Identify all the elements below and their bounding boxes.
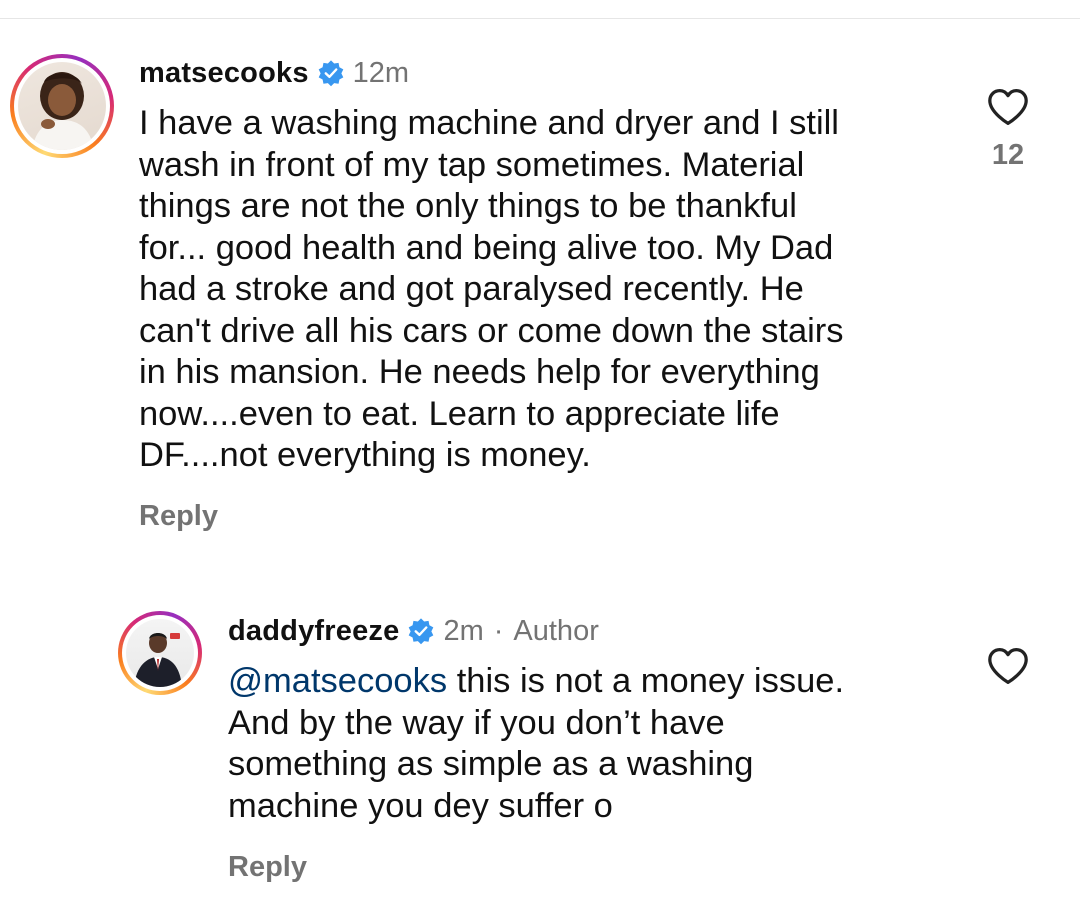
comment-line: things are not the only things to be tha… [139, 187, 797, 225]
comment-line: And by the way if you don’t have [228, 703, 725, 742]
avatar[interactable] [10, 54, 114, 158]
avatar[interactable] [118, 611, 202, 695]
comment-meta: matsecooks 12m [139, 54, 409, 92]
reply-button[interactable]: Reply [228, 851, 307, 884]
comment-line: in his mansion. He needs help for everyt… [139, 353, 820, 391]
comment-text: @matsecooks this is not a money issue. A… [228, 661, 928, 827]
author-tag: Author [513, 614, 599, 647]
comment-time: 2m [443, 614, 484, 647]
username[interactable]: daddyfreeze [228, 615, 399, 648]
comment-line: DF....not everything is money. [139, 436, 591, 474]
comment-text-rest: this is not a money issue. [447, 662, 845, 700]
verified-badge-icon [409, 618, 434, 645]
avatar-image [126, 619, 194, 687]
comment-line: something as simple as a washing [228, 745, 754, 783]
comment-daddyfreeze: daddyfreeze 2m · Author @matsecooks this… [0, 600, 1080, 898]
comment-line: had a stroke and got paralysed recently.… [139, 270, 804, 308]
comment-line: I have a washing machine and dryer and I… [139, 104, 839, 142]
comment-line: for... good health and being alive too. … [139, 228, 834, 267]
comment-line: now....even to eat. Learn to appreciate … [139, 394, 780, 433]
top-divider [0, 18, 1080, 19]
comment-meta: daddyfreeze 2m · Author [228, 612, 599, 650]
like-column [980, 646, 1036, 686]
comment-time: 12m [352, 56, 410, 89]
comment-matsecooks: matsecooks 12m I have a washing machine … [0, 40, 1080, 560]
username[interactable]: matsecooks [139, 57, 309, 90]
reply-button[interactable]: Reply [139, 500, 218, 533]
comment-line: machine you dey suffer o [228, 786, 613, 825]
like-column: 12 [980, 87, 1036, 172]
avatar-image [18, 62, 106, 150]
comment-line: wash in front of my tap sometimes. Mater… [139, 145, 805, 184]
comment-text: I have a washing machine and dryer and I… [139, 103, 939, 477]
heart-outline-icon[interactable] [986, 646, 1030, 686]
meta-separator: · [493, 614, 504, 647]
comment-line: can't drive all his cars or come down th… [139, 311, 844, 350]
like-count: 12 [991, 139, 1025, 171]
comment-line: @matsecooks this is not a money issue. [228, 661, 928, 703]
heart-outline-icon[interactable] [986, 87, 1030, 127]
mention-link[interactable]: @matsecooks [228, 662, 447, 700]
verified-badge-icon [318, 60, 343, 87]
